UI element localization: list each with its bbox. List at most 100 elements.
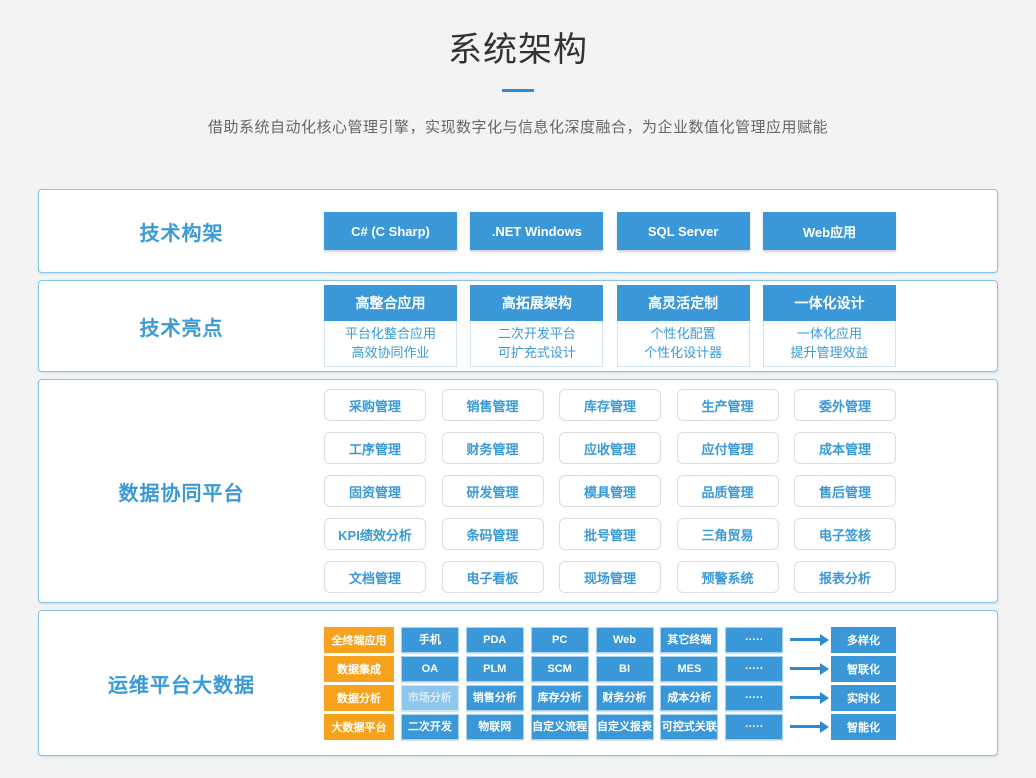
module-button[interactable]: 现场管理 [559, 561, 661, 593]
module-button[interactable]: 品质管理 [677, 475, 779, 507]
module-button[interactable]: 报表分析 [794, 561, 896, 593]
module-button[interactable]: 成本管理 [794, 432, 896, 464]
ops-item-button[interactable]: 库存分析 [531, 685, 589, 711]
ops-item-button[interactable]: 市场分析 [401, 685, 459, 711]
ops-row-terminals: 全终端应用 手机 PDA PC Web 其它终端 ····· 多样化 [324, 627, 896, 653]
page-title: 系统架构 [0, 0, 1036, 71]
ops-item-button[interactable]: PLM [466, 656, 524, 682]
module-button[interactable]: 应收管理 [559, 432, 661, 464]
highlight-line: 一体化应用 [764, 324, 895, 343]
highlight-line: 高效协同作业 [325, 343, 456, 362]
right-arrow-icon [790, 638, 820, 641]
highlight-cards: 高整合应用 平台化整合应用 高效协同作业 高拓展架构 二次开发平台 可扩充式设计… [324, 285, 896, 367]
tech-button-dotnet-windows[interactable]: .NET Windows [470, 212, 603, 250]
title-divider [502, 89, 534, 92]
ops-item-button[interactable]: PDA [466, 627, 524, 653]
tech-button-csharp[interactable]: C# (C Sharp) [324, 212, 457, 250]
highlight-card-body: 个性化配置 个性化设计器 [617, 321, 750, 367]
module-button[interactable]: 固资管理 [324, 475, 426, 507]
highlight-card-body: 二次开发平台 可扩充式设计 [470, 321, 603, 367]
ops-item-button[interactable]: 销售分析 [466, 685, 524, 711]
section-tech-framework: 技术构架 C# (C Sharp) .NET Windows SQL Serve… [38, 189, 998, 273]
ops-result-button[interactable]: 智能化 [831, 714, 896, 740]
module-button[interactable]: 库存管理 [559, 389, 661, 421]
ops-item-button[interactable]: OA [401, 656, 459, 682]
module-button[interactable]: 工序管理 [324, 432, 426, 464]
highlight-card-title[interactable]: 高整合应用 [324, 285, 457, 321]
section-tech-highlights: 技术亮点 高整合应用 平台化整合应用 高效协同作业 高拓展架构 二次开发平台 可… [38, 280, 998, 372]
section-label-tech-framework: 技术构架 [39, 217, 324, 246]
page-header: 系统架构 借助系统自动化核心管理引擎，实现数字化与信息化深度融合，为企业数值化管… [0, 0, 1036, 137]
section-label-tech-highlights: 技术亮点 [39, 312, 324, 341]
module-button[interactable]: 批号管理 [559, 518, 661, 550]
ops-category-button[interactable]: 数据分析 [324, 685, 394, 711]
module-grid-row: 工序管理 财务管理 应收管理 应付管理 成本管理 [324, 432, 896, 464]
ops-result-button[interactable]: 智联化 [831, 656, 896, 682]
highlight-line: 个性化配置 [618, 324, 749, 343]
tech-button-web-app[interactable]: Web应用 [763, 212, 896, 250]
ops-category-button[interactable]: 全终端应用 [324, 627, 394, 653]
highlight-line: 提升管理效益 [764, 343, 895, 362]
module-button[interactable]: 预警系统 [677, 561, 779, 593]
ops-category-button[interactable]: 大数据平台 [324, 714, 394, 740]
ops-result-button[interactable]: 多样化 [831, 627, 896, 653]
module-button[interactable]: 条码管理 [442, 518, 544, 550]
highlight-card-flexibility: 高灵活定制 个性化配置 个性化设计器 [617, 285, 750, 367]
highlight-card-title[interactable]: 高拓展架构 [470, 285, 603, 321]
section-data-platform: 数据协同平台 采购管理 销售管理 库存管理 生产管理 委外管理 工序管理 财务管… [38, 379, 998, 603]
module-button[interactable]: 采购管理 [324, 389, 426, 421]
page-subtitle: 借助系统自动化核心管理引擎，实现数字化与信息化深度融合，为企业数值化管理应用赋能 [0, 116, 1036, 137]
ops-item-button[interactable]: 手机 [401, 627, 459, 653]
ops-category-button[interactable]: 数据集成 [324, 656, 394, 682]
ops-item-more-button[interactable]: ····· [725, 685, 783, 711]
highlight-line: 可扩充式设计 [471, 343, 602, 362]
module-button[interactable]: 财务管理 [442, 432, 544, 464]
module-button[interactable]: KPI绩效分析 [324, 518, 426, 550]
highlight-card-all-in-one: 一体化设计 一体化应用 提升管理效益 [763, 285, 896, 367]
ops-result-button[interactable]: 实时化 [831, 685, 896, 711]
tech-button-sql-server[interactable]: SQL Server [617, 212, 750, 250]
highlight-line: 个性化设计器 [618, 343, 749, 362]
ops-item-button[interactable]: 物联网 [466, 714, 524, 740]
module-button[interactable]: 研发管理 [442, 475, 544, 507]
module-button[interactable]: 生产管理 [677, 389, 779, 421]
ops-item-button[interactable]: 自定义流程 [531, 714, 589, 740]
ops-item-button[interactable]: MES [660, 656, 718, 682]
module-button[interactable]: 模具管理 [559, 475, 661, 507]
module-button[interactable]: 应付管理 [677, 432, 779, 464]
ops-item-button[interactable]: 财务分析 [596, 685, 654, 711]
ops-item-button[interactable]: 可控式关联 [660, 714, 718, 740]
module-button[interactable]: 委外管理 [794, 389, 896, 421]
right-arrow-icon [790, 725, 820, 728]
highlight-line: 平台化整合应用 [325, 324, 456, 343]
ops-item-more-button[interactable]: ····· [725, 714, 783, 740]
module-button[interactable]: 文档管理 [324, 561, 426, 593]
ops-item-button[interactable]: 其它终端 [660, 627, 718, 653]
ops-item-more-button[interactable]: ····· [725, 627, 783, 653]
section-label-ops-bigdata: 运维平台大数据 [39, 669, 324, 698]
highlight-card-title[interactable]: 高灵活定制 [617, 285, 750, 321]
ops-item-button[interactable]: SCM [531, 656, 589, 682]
ops-item-more-button[interactable]: ····· [725, 656, 783, 682]
module-button[interactable]: 电子签核 [794, 518, 896, 550]
section-ops-bigdata: 运维平台大数据 全终端应用 手机 PDA PC Web 其它终端 ····· 多… [38, 610, 998, 756]
tech-stack-buttons: C# (C Sharp) .NET Windows SQL Server Web… [324, 212, 896, 250]
ops-item-button[interactable]: Web [596, 627, 654, 653]
module-button[interactable]: 三角贸易 [677, 518, 779, 550]
ops-item-button[interactable]: PC [531, 627, 589, 653]
ops-item-button[interactable]: 二次开发 [401, 714, 459, 740]
highlight-card-extensibility: 高拓展架构 二次开发平台 可扩充式设计 [470, 285, 603, 367]
ops-item-button[interactable]: 自定义报表 [596, 714, 654, 740]
module-button[interactable]: 电子看板 [442, 561, 544, 593]
ops-item-button[interactable]: 成本分析 [660, 685, 718, 711]
ops-row-bigdata-platform: 大数据平台 二次开发 物联网 自定义流程 自定义报表 可控式关联 ····· 智… [324, 714, 896, 740]
ops-item-button[interactable]: BI [596, 656, 654, 682]
module-button[interactable]: 销售管理 [442, 389, 544, 421]
ops-row-integration: 数据集成 OA PLM SCM BI MES ····· 智联化 [324, 656, 896, 682]
module-grid-row: KPI绩效分析 条码管理 批号管理 三角贸易 电子签核 [324, 518, 896, 550]
highlight-card-title[interactable]: 一体化设计 [763, 285, 896, 321]
highlight-card-integration: 高整合应用 平台化整合应用 高效协同作业 [324, 285, 457, 367]
highlight-card-body: 一体化应用 提升管理效益 [763, 321, 896, 367]
module-button[interactable]: 售后管理 [794, 475, 896, 507]
highlight-card-body: 平台化整合应用 高效协同作业 [324, 321, 457, 367]
